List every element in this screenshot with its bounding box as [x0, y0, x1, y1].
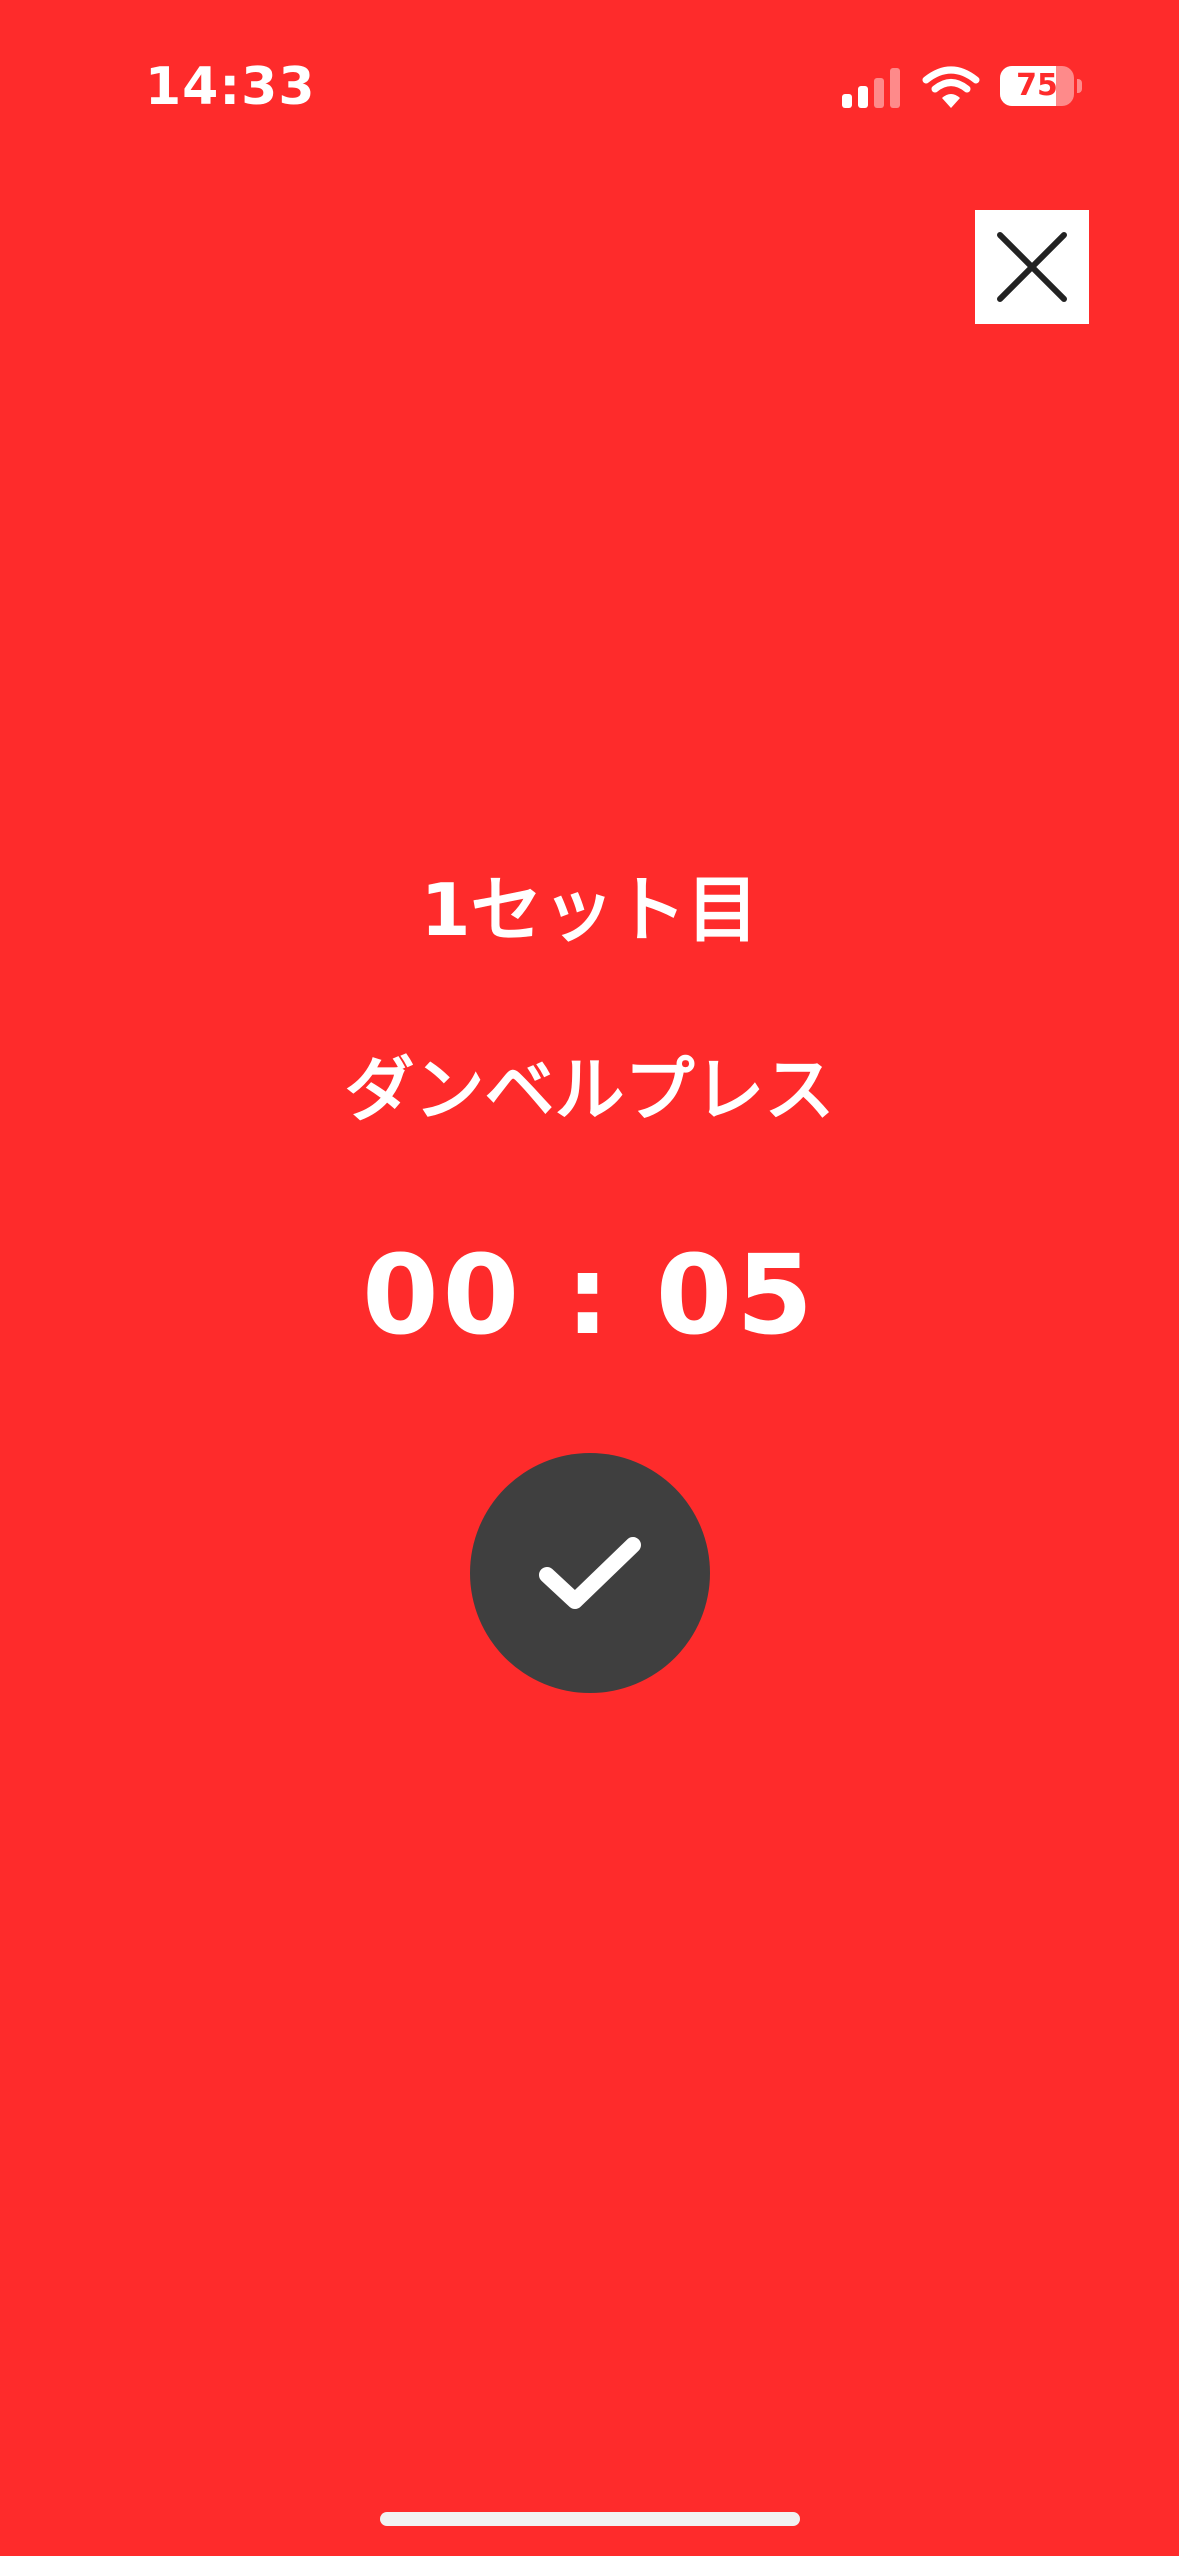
set-label: 1セット目: [420, 868, 759, 952]
close-button[interactable]: [975, 210, 1089, 324]
timer-display: 00 : 05: [362, 1231, 817, 1359]
status-icons: 75: [840, 62, 1090, 114]
battery-level: 75: [1016, 68, 1058, 103]
checkmark-icon: [539, 1537, 641, 1609]
exercise-name: ダンベルプレス: [344, 1049, 835, 1131]
status-time: 14:33: [145, 57, 316, 117]
signal-icon: [842, 68, 900, 108]
battery-icon: 75: [1000, 66, 1082, 106]
home-indicator[interactable]: [380, 2512, 800, 2526]
status-bar: 14:33 75: [0, 0, 1179, 170]
wifi-icon: [922, 66, 980, 108]
complete-set-button[interactable]: [470, 1453, 710, 1693]
close-icon: [997, 232, 1067, 302]
